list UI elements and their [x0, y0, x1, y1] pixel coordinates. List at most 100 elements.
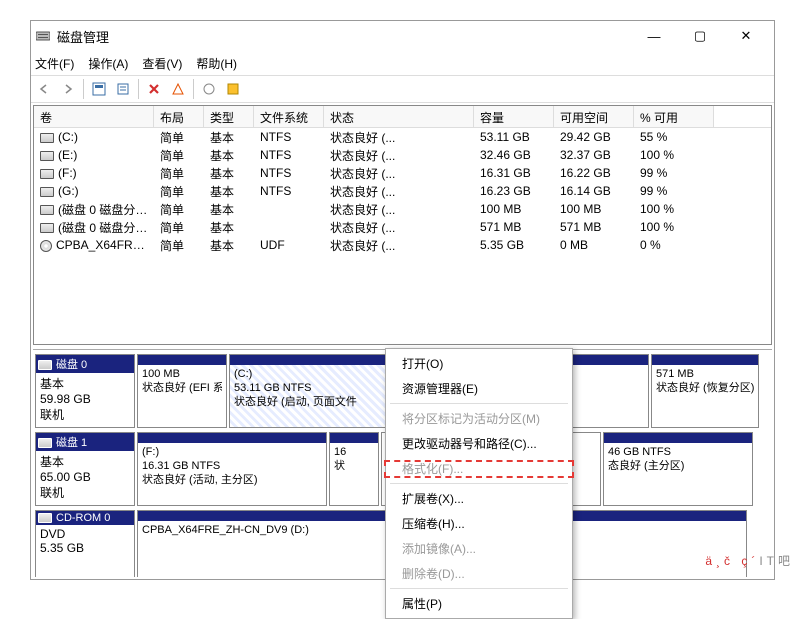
toolbar-separator [138, 79, 139, 99]
minimize-button[interactable]: — [636, 24, 672, 48]
menu-help[interactable]: 帮助(H) [196, 55, 237, 72]
volume-layout: 简单 [154, 129, 204, 146]
table-row[interactable]: (磁盘 0 磁盘分区 4)简单基本状态良好 (...571 MB571 MB10… [34, 218, 771, 236]
refresh-button[interactable] [88, 78, 110, 100]
disk-label[interactable]: 磁盘 1基本65.00 GB联机 [35, 432, 135, 506]
toolbar [31, 75, 774, 103]
menu-separator [390, 483, 568, 484]
volume-fs: NTFS [254, 130, 324, 144]
partition[interactable]: (F:)16.31 GB NTFS状态良好 (活动, 主分区) [137, 432, 327, 506]
volume-free: 0 MB [554, 238, 634, 252]
menu-item[interactable]: 资源管理器(E) [386, 376, 572, 401]
table-row[interactable]: (E:)简单基本NTFS状态良好 (...32.46 GB32.37 GB100… [34, 146, 771, 164]
table-row[interactable]: CPBA_X64FRE_Z...简单基本UDF状态良好 (...5.35 GB0… [34, 236, 771, 254]
partition-text: 100 MB [142, 367, 222, 381]
disk-header: 磁盘 0 [36, 355, 134, 373]
menu-separator [390, 588, 568, 589]
volume-layout: 简单 [154, 165, 204, 182]
cd-icon [40, 240, 52, 252]
settings-button[interactable] [198, 78, 220, 100]
partition-text: 16 [334, 445, 374, 459]
col-layout[interactable]: 布局 [154, 106, 204, 127]
menu-item[interactable]: 压缩卷(H)... [386, 511, 572, 536]
menu-item: 添加镜像(A)... [386, 536, 572, 561]
volume-free: 16.14 GB [554, 184, 634, 198]
volume-type: 基本 [204, 129, 254, 146]
disk-label[interactable]: CD-ROM 0DVD5.35 GB [35, 510, 135, 577]
col-capacity[interactable]: 容量 [474, 106, 554, 127]
table-row[interactable]: (F:)简单基本NTFS状态良好 (...16.31 GB16.22 GB99 … [34, 164, 771, 182]
volume-status: 状态良好 (... [324, 183, 474, 200]
menu-file[interactable]: 文件(F) [35, 55, 74, 72]
partition[interactable]: 100 MB状态良好 (EFI 系 [137, 354, 227, 428]
volume-pct: 100 % [634, 202, 714, 216]
delete-button[interactable] [143, 78, 165, 100]
menu-item: 删除卷(D)... [386, 561, 572, 586]
col-type[interactable]: 类型 [204, 106, 254, 127]
volume-free: 100 MB [554, 202, 634, 216]
volume-table: 卷 布局 类型 文件系统 状态 容量 可用空间 % 可用 (C:)简单基本NTF… [33, 105, 772, 345]
context-menu: 打开(O)资源管理器(E) 将分区标记为活动分区(M)更改驱动器号和路径(C)..… [385, 348, 573, 619]
col-free[interactable]: 可用空间 [554, 106, 634, 127]
volume-pct: 100 % [634, 220, 714, 234]
partition-text: 状态良好 (EFI 系 [142, 381, 222, 395]
app-icon [35, 30, 51, 42]
volume-name: (磁盘 0 磁盘分区 1) [58, 203, 154, 217]
partition[interactable]: 571 MB状态良好 (恢复分区) [651, 354, 759, 428]
menu-separator [390, 403, 568, 404]
drive-icon [40, 223, 54, 233]
volume-name: (E:) [58, 148, 77, 162]
table-row[interactable]: (磁盘 0 磁盘分区 1)简单基本状态良好 (...100 MB100 MB10… [34, 200, 771, 218]
volume-type: 基本 [204, 237, 254, 254]
volume-type: 基本 [204, 183, 254, 200]
partition[interactable]: 16状 [329, 432, 379, 506]
partition-bar [138, 433, 326, 443]
volume-fs: NTFS [254, 148, 324, 162]
forward-button[interactable] [57, 78, 79, 100]
menu-item[interactable]: 属性(P) [386, 591, 572, 616]
partition[interactable]: 46 GB NTFS态良好 (主分区) [603, 432, 753, 506]
close-button[interactable]: ✕ [728, 24, 764, 48]
volume-capacity: 53.11 GB [474, 130, 554, 144]
volume-free: 16.22 GB [554, 166, 634, 180]
drive-icon [40, 151, 54, 161]
drive-icon [40, 133, 54, 143]
table-row[interactable]: (C:)简单基本NTFS状态良好 (...53.11 GB29.42 GB55 … [34, 128, 771, 146]
volume-fs: NTFS [254, 166, 324, 180]
volume-pct: 55 % [634, 130, 714, 144]
drive-icon [40, 169, 54, 179]
volume-name: (磁盘 0 磁盘分区 4) [58, 221, 154, 235]
action-button[interactable] [167, 78, 189, 100]
list-button[interactable] [222, 78, 244, 100]
titlebar[interactable]: 磁盘管理 — ▢ ✕ [31, 21, 774, 51]
back-button[interactable] [33, 78, 55, 100]
menu-item: 将分区标记为活动分区(M) [386, 406, 572, 431]
volume-free: 29.42 GB [554, 130, 634, 144]
table-body: (C:)简单基本NTFS状态良好 (...53.11 GB29.42 GB55 … [34, 128, 771, 254]
partition-text: 状态良好 (恢复分区) [656, 381, 754, 395]
properties-button[interactable] [112, 78, 134, 100]
partition-bar [604, 433, 752, 443]
col-fs[interactable]: 文件系统 [254, 106, 324, 127]
col-pct[interactable]: % 可用 [634, 106, 714, 127]
volume-free: 571 MB [554, 220, 634, 234]
disk-type: 基本 [40, 453, 130, 470]
menu-item[interactable]: 更改驱动器号和路径(C)... [386, 431, 572, 456]
toolbar-separator [193, 79, 194, 99]
disk-header: 磁盘 1 [36, 433, 134, 451]
menu-item[interactable]: 扩展卷(X)... [386, 486, 572, 511]
col-volume[interactable]: 卷 [34, 106, 154, 127]
menu-view[interactable]: 查看(V) [142, 55, 182, 72]
volume-pct: 99 % [634, 184, 714, 198]
volume-layout: 简单 [154, 201, 204, 218]
col-status[interactable]: 状态 [324, 106, 474, 127]
menu-action[interactable]: 操作(A) [88, 55, 128, 72]
partition-bar [652, 355, 758, 365]
partition-bar [138, 355, 226, 365]
volume-status: 状态良好 (... [324, 129, 474, 146]
maximize-button[interactable]: ▢ [682, 24, 718, 48]
table-row[interactable]: (G:)简单基本NTFS状态良好 (...16.23 GB16.14 GB99 … [34, 182, 771, 200]
partition-text: (F:) [142, 445, 322, 459]
menu-item[interactable]: 打开(O) [386, 351, 572, 376]
disk-label[interactable]: 磁盘 0基本59.98 GB联机 [35, 354, 135, 428]
